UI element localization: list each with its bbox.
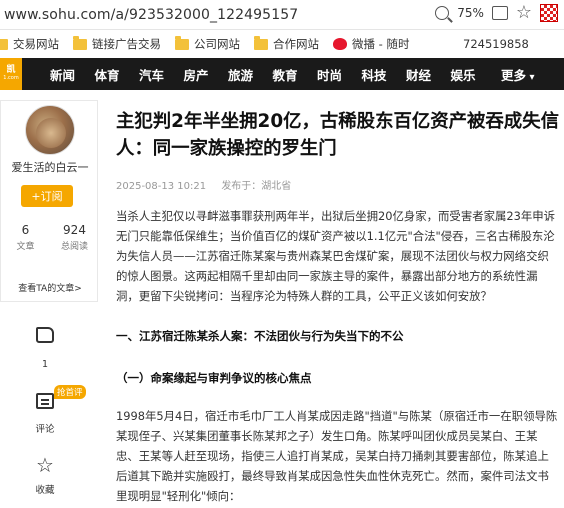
nav-item-tech[interactable]: 科技 <box>362 65 407 84</box>
nav-item-finance[interactable]: 财经 <box>406 65 451 84</box>
nav-item-sports[interactable]: 体育 <box>95 65 140 84</box>
author-card: 爱生活的白云一 +订阅 6 文章 924 总阅读 查看TA的文章> <box>0 100 98 302</box>
article-title: 主犯判2年半坐拥20亿，古稀股东百亿资产被吞成失信人：同一家族操控的罗生门 <box>116 111 559 159</box>
bookmark-item[interactable]: 公司网站 <box>175 35 240 52</box>
bookmark-star-icon[interactable]: ☆ <box>516 4 532 22</box>
nav-item-travel[interactable]: 旅游 <box>228 65 273 84</box>
nav-more-menu[interactable]: 更多 <box>501 65 535 84</box>
folder-icon <box>73 35 87 50</box>
url-text[interactable]: www.sohu.com/a/923532000_122495157 <box>4 7 298 23</box>
bookmark-item[interactable]: 合作网站 <box>254 35 319 52</box>
bookmark-item[interactable]: 链接广告交易 <box>73 35 161 52</box>
stat-articles: 6 文章 <box>16 223 35 252</box>
stat-reads: 924 总阅读 <box>60 223 88 252</box>
bookmark-item[interactable]: 微播 - 随时 <box>333 36 409 52</box>
comment-icon[interactable]: 抢首评 <box>34 385 86 415</box>
bookmarks-bar: 交易网站 链接广告交易 公司网站 合作网站 微播 - 随时 724519858 <box>0 30 564 58</box>
address-bar[interactable]: www.sohu.com/a/923532000_122495157 75% ☆ <box>0 0 564 30</box>
weibo-icon <box>333 38 347 50</box>
like-count: 1 <box>41 359 49 370</box>
nav-item-fashion[interactable]: 时尚 <box>317 65 362 84</box>
nav-items: 新闻 体育 汽车 房产 旅游 教育 时尚 科技 财经 娱乐 <box>50 65 495 84</box>
address-bar-actions: 75% ☆ <box>435 4 558 22</box>
author-stats: 6 文章 924 总阅读 <box>1 223 99 252</box>
article-meta: 2025-08-13 10:21 发布于：湖北省 <box>116 177 303 192</box>
like-action[interactable]: 1 <box>20 324 70 370</box>
nav-item-news[interactable]: 新闻 <box>50 65 95 84</box>
folder-icon <box>254 35 268 50</box>
publish-source: 发布于：湖北省 <box>221 181 292 192</box>
site-logo[interactable]: 凯 1.com <box>0 58 22 90</box>
nav-item-realestate[interactable]: 房产 <box>184 65 229 84</box>
site-nav: 凯 1.com 新闻 体育 汽车 房产 旅游 教育 时尚 科技 财经 娱乐 更多 <box>0 58 564 90</box>
extension-icon[interactable] <box>540 4 558 22</box>
publish-date: 2025-08-13 10:21 <box>116 181 207 192</box>
article: 主犯判2年半坐拥20亿，古稀股东百亿资产被吞成失信人：同一家族操控的罗生门 20… <box>116 108 560 503</box>
nav-item-education[interactable]: 教育 <box>273 65 318 84</box>
favorite-action[interactable]: ☆ 收藏 <box>20 454 70 496</box>
nav-item-entertainment[interactable]: 娱乐 <box>451 65 496 84</box>
author-name[interactable]: 爱生活的白云一 <box>1 159 99 175</box>
reader-mode-icon[interactable] <box>491 6 508 20</box>
article-intro: 当杀人主犯仅以寻衅滋事罪获刑两年半，出狱后坐拥20亿身家，而受害者家属23年申诉… <box>116 209 556 303</box>
bookmark-item[interactable]: 交易网站 <box>0 36 59 52</box>
section-heading: 一、江苏宿迁陈某杀人案：不法团伙与行为失当下的不公 <box>116 329 404 343</box>
see-all-articles-link[interactable]: 查看TA的文章> <box>1 281 99 294</box>
article-paragraph: 1998年5月4日，宿迁市毛巾厂工人肖某成因走路"挡道"与陈某（原宿迁市一在职领… <box>116 409 558 503</box>
comment-action[interactable]: 抢首评 评论 <box>20 385 86 435</box>
favorite-label: 收藏 <box>35 485 55 496</box>
nav-item-auto[interactable]: 汽车 <box>139 65 184 84</box>
follow-button[interactable]: +订阅 <box>21 185 73 207</box>
avatar[interactable] <box>25 105 75 155</box>
zoom-level[interactable]: 75% <box>457 6 484 20</box>
folder-icon <box>0 38 8 50</box>
folder-icon <box>175 35 189 50</box>
comment-label: 评论 <box>35 424 55 435</box>
first-comment-badge: 抢首评 <box>54 385 86 399</box>
bookmark-number[interactable]: 724519858 <box>463 37 529 51</box>
thumbs-up-icon[interactable] <box>34 327 56 349</box>
zoom-icon[interactable] <box>435 6 450 20</box>
star-icon[interactable]: ☆ <box>34 454 56 476</box>
subsection-heading: （一）命案缘起与审判争议的核心焦点 <box>116 371 312 385</box>
